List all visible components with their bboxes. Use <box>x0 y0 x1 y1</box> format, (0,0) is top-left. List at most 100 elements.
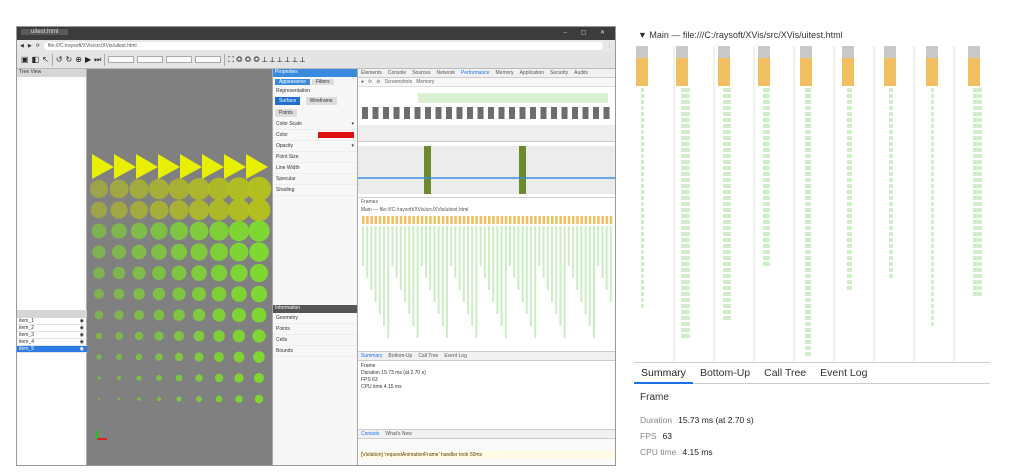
play-icon[interactable]: ▶ <box>85 55 91 64</box>
call-frame <box>805 160 811 164</box>
view-icons[interactable]: ⛶ ◎ ◎ ◎ ⊥ ⊥ ⊥ ⊥ ⊥ ⊥ <box>228 55 305 65</box>
tab-call-tree[interactable]: Call Tree <box>757 362 813 384</box>
call-frame <box>805 214 811 218</box>
back-icon[interactable]: ◀ <box>20 43 24 49</box>
menu-icon[interactable]: ⋮ <box>607 43 612 49</box>
call-frame <box>681 262 690 266</box>
call-frame <box>641 160 644 164</box>
eye-icon[interactable]: ◉ <box>80 318 84 324</box>
tab-event-log[interactable]: Event Log <box>813 362 874 384</box>
sphere-glyph <box>97 376 101 380</box>
tab-console-drawer[interactable]: Console <box>361 431 379 437</box>
task-block <box>593 216 596 224</box>
call-frame <box>805 136 811 140</box>
call-frame <box>723 208 731 212</box>
call-stack <box>450 226 453 266</box>
sphere-glyph <box>214 373 224 383</box>
param-field-2[interactable] <box>137 56 164 63</box>
tab-performance[interactable]: Performance <box>461 70 490 76</box>
browser-tab[interactable]: uitest.html <box>21 29 69 35</box>
record-icon[interactable]: ● <box>361 79 364 85</box>
param-field-3[interactable] <box>166 56 193 63</box>
call-frame <box>805 238 811 242</box>
reload-profile-icon[interactable]: ⟳ <box>368 79 372 85</box>
tab-audits[interactable]: Audits <box>574 70 588 76</box>
rotate-right-icon[interactable]: ↻ <box>66 55 73 64</box>
field-row[interactable]: Color <box>273 130 357 141</box>
url-field[interactable]: file:///C:/raysoft/XVis/src/XVis/uitest.… <box>43 41 603 50</box>
tab-network[interactable]: Network <box>437 70 455 76</box>
main-thread-track[interactable]: Frames Main — file:///C:/raysoft/XVis/sr… <box>358 198 616 352</box>
call-frame <box>681 154 690 158</box>
param-field-1[interactable] <box>108 56 135 63</box>
pointer-icon[interactable]: ↖ <box>42 55 49 64</box>
step-icon[interactable]: ⏭ <box>94 55 101 65</box>
field-row[interactable]: Specular <box>273 174 357 185</box>
clear-icon[interactable]: ⊘ <box>376 79 380 85</box>
field-row[interactable]: Line Width <box>273 163 357 174</box>
screenshots-checkbox[interactable]: Screenshots <box>384 79 412 85</box>
param-field-4[interactable] <box>195 56 222 63</box>
task-block <box>584 216 588 224</box>
tab-memory[interactable]: Memory <box>496 70 514 76</box>
tab-filters[interactable]: Filters <box>311 79 334 85</box>
eye-icon[interactable]: ◉ <box>80 346 84 352</box>
call-frame <box>641 196 644 200</box>
tab-security[interactable]: Security <box>550 70 568 76</box>
cpu-slice <box>467 107 473 119</box>
folder-open-icon[interactable]: ▣ <box>21 55 29 64</box>
color-swatch[interactable] <box>318 132 354 138</box>
tab-sources[interactable]: Sources <box>412 70 430 76</box>
list-item[interactable]: item_3 ◉ <box>17 332 87 339</box>
tab-console[interactable]: Console <box>388 70 406 76</box>
list-item-selected[interactable]: item_5 ◉ <box>17 346 87 353</box>
call-stack <box>584 226 587 314</box>
field-row[interactable]: Color Scale ▾ <box>273 119 357 130</box>
cpu-slice <box>509 107 515 119</box>
main-thread-title[interactable]: ▼ Main — file:///C:/raysoft/XVis/src/XVi… <box>638 30 843 40</box>
sphere-glyph <box>153 309 165 321</box>
surface-button[interactable]: Surface <box>275 97 301 105</box>
eye-icon[interactable]: ◉ <box>80 339 84 345</box>
memory-checkbox[interactable]: Memory <box>416 79 434 85</box>
task-block <box>496 216 499 224</box>
field-row[interactable]: Opacity ▾ <box>273 141 357 152</box>
tab-appearance[interactable]: Appearance <box>275 79 310 85</box>
forward-icon[interactable]: ▶ <box>28 43 32 49</box>
zoomed-flame-chart[interactable] <box>634 46 990 386</box>
tab-whats-new[interactable]: What's New <box>385 431 412 437</box>
eye-icon[interactable]: ◉ <box>80 325 84 331</box>
overview-graph[interactable] <box>358 87 616 142</box>
sphere-glyph <box>156 396 162 402</box>
3d-viewport[interactable] <box>87 69 272 466</box>
field-row[interactable]: Point Size <box>273 152 357 163</box>
call-frame <box>681 136 690 140</box>
frames-track[interactable] <box>358 142 616 198</box>
tab-application[interactable]: Application <box>520 70 544 76</box>
rotate-left-icon[interactable]: ↺ <box>56 55 63 64</box>
browser-window: uitest.html – ▢ ✕ ◀ ▶ ⟳ file:///C:/rayso… <box>16 26 616 466</box>
eye-icon[interactable]: ◉ <box>80 332 84 338</box>
tab-summary[interactable]: Summary <box>634 362 693 384</box>
list-item[interactable]: item_2 ◉ <box>17 325 87 332</box>
list-item[interactable]: item_1 ◉ <box>17 318 87 325</box>
tab-bottom-up[interactable]: Bottom-Up <box>693 362 757 384</box>
call-frame <box>973 232 982 236</box>
points-button[interactable]: Points <box>275 109 297 117</box>
frames-graph[interactable] <box>358 142 616 198</box>
3d-scene[interactable] <box>87 69 272 466</box>
call-stack <box>383 226 385 326</box>
main-flame-chart[interactable] <box>358 214 616 352</box>
field-row[interactable]: Shading <box>273 185 357 196</box>
call-frame <box>931 196 934 200</box>
window-controls[interactable]: – ▢ ✕ <box>564 29 611 36</box>
timeline-overview[interactable] <box>358 87 616 142</box>
zoom-icon[interactable]: ⊕ <box>75 55 82 64</box>
save-icon[interactable]: ◧ <box>32 55 40 64</box>
wireframe-button[interactable]: Wireframe <box>305 97 337 105</box>
list-item[interactable]: item_4 ◉ <box>17 339 87 346</box>
call-frame <box>723 154 731 158</box>
sphere-glyph <box>115 332 123 340</box>
reload-icon[interactable]: ⟳ <box>36 43 40 49</box>
tab-elements[interactable]: Elements <box>361 70 382 76</box>
